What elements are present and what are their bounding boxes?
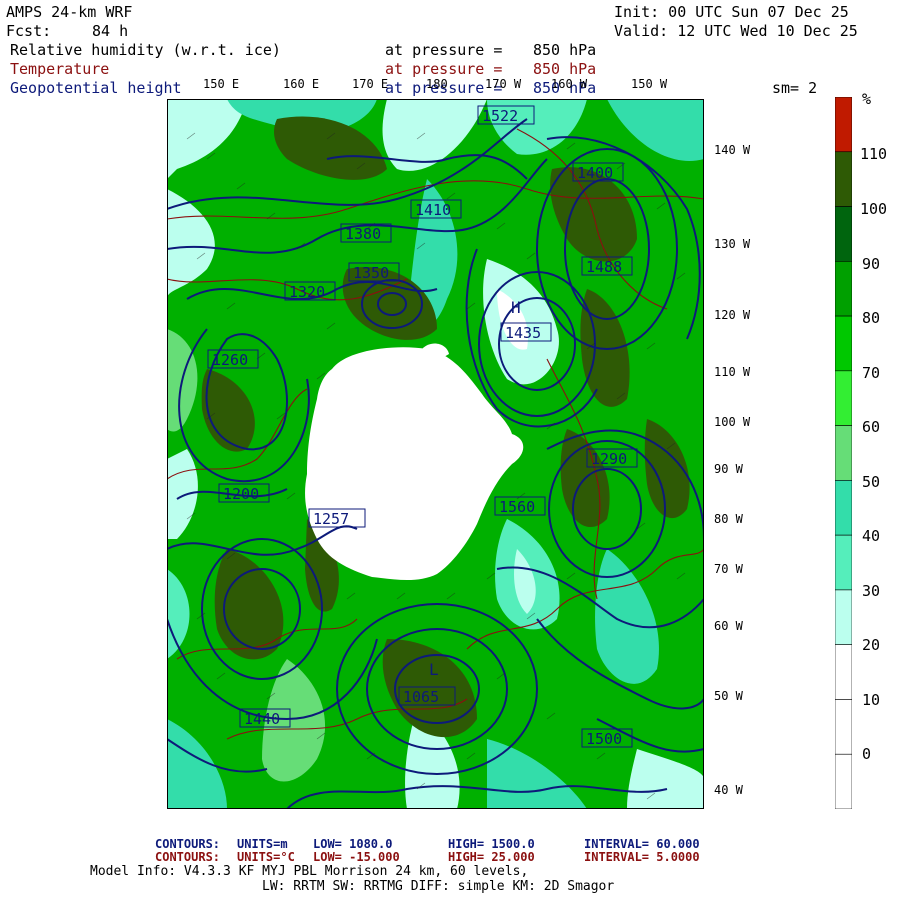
map-label-1500: 1500 — [586, 730, 622, 748]
lon-label-60w: 60 W — [714, 619, 743, 633]
map-label-1560: 1560 — [499, 498, 535, 516]
lon-label-90w: 90 W — [714, 462, 743, 476]
high-center-label: H — [511, 298, 521, 317]
lon-label-50w: 50 W — [714, 689, 743, 703]
map-label-1435: 1435 — [505, 324, 541, 342]
colorbar-label-50: 50 — [862, 473, 881, 491]
field-temp-name: Temperature — [10, 60, 110, 78]
valid-time: Valid: 12 UTC Wed 10 Dec 25 — [614, 22, 858, 40]
weather-map: 1380 1350 1320 1260 1200 1290 1440 1410 … — [167, 99, 704, 809]
field-temp-level: 850 hPa — [533, 60, 597, 78]
field-rh-name: Relative humidity (w.r.t. ice) — [10, 41, 281, 59]
model-info-physics: LW: RRTM SW: RRTMG DIFF: simple KM: 2D S… — [262, 879, 615, 894]
field-rh-level: 850 hPa — [533, 41, 597, 59]
map-label-1257: 1257 — [313, 510, 349, 528]
lon-label-80w: 80 W — [714, 512, 743, 526]
colorbar-unit: % — [862, 90, 872, 108]
colorbar-label-20: 20 — [862, 636, 881, 654]
map-label-1260: 1260 — [212, 351, 248, 369]
colorbar-label-0: 0 — [862, 745, 872, 763]
contour-temp-label: CONTOURS: — [155, 850, 221, 864]
colorbar-swatch — [835, 370, 852, 426]
colorbar-swatch — [835, 753, 852, 809]
forecast-hours: 84 h — [92, 22, 129, 40]
map-label-1440: 1440 — [244, 710, 280, 728]
colorbar-swatch — [835, 97, 852, 153]
lon-label-160w: 160 W — [551, 77, 588, 91]
lon-label-100w: 100 W — [714, 415, 751, 429]
lon-label-150w: 150 W — [631, 77, 668, 91]
colorbar-label-60: 60 — [862, 418, 881, 436]
colorbar-swatch — [835, 206, 852, 262]
colorbar-label-110: 110 — [860, 145, 888, 163]
map-label-1488: 1488 — [586, 258, 622, 276]
colorbar-label-70: 70 — [862, 364, 881, 382]
colorbar-label-30: 30 — [862, 582, 881, 600]
map-label-1380: 1380 — [345, 225, 381, 243]
forecast-label: Fcst: — [6, 22, 52, 40]
map-label-1400: 1400 — [577, 164, 613, 182]
lon-label-160e: 160 E — [283, 77, 320, 91]
lon-label-170e: 170 E — [352, 77, 389, 91]
colorbar-swatch — [835, 480, 852, 536]
lon-label-130w: 130 W — [714, 237, 751, 251]
field-rh-pressure: at pressure = — [385, 41, 503, 59]
humidity-colorbar — [835, 97, 852, 809]
map-label-1410: 1410 — [415, 201, 451, 219]
map-label-1350: 1350 — [353, 264, 389, 282]
init-time: Init: 00 UTC Sun 07 Dec 25 — [614, 3, 849, 21]
smoothing-label: sm= 2 — [772, 79, 818, 97]
colorbar-swatch — [835, 425, 852, 481]
lon-label-110w: 110 W — [714, 365, 751, 379]
low-center-label: L — [429, 660, 439, 679]
map-label-1320: 1320 — [289, 283, 325, 301]
colorbar-label-40: 40 — [862, 527, 881, 545]
contour-temp-units: UNITS=°C — [237, 850, 295, 864]
field-temp-pressure: at pressure = — [385, 60, 503, 78]
colorbar-swatch — [835, 644, 852, 700]
map-label-1290: 1290 — [591, 450, 627, 468]
colorbar-swatch — [835, 534, 852, 591]
lon-label-70w: 70 W — [714, 562, 743, 576]
colorbar-swatch — [835, 261, 852, 317]
map-label-1065: 1065 — [403, 688, 439, 706]
contour-temp-low: LOW= -15.000 — [313, 850, 400, 864]
field-hgt-name: Geopotential height — [10, 79, 182, 97]
lon-label-180: 180 — [426, 77, 448, 91]
lon-label-140w: 140 W — [714, 143, 751, 157]
lon-label-170w: 170 W — [485, 77, 522, 91]
colorbar-label-90: 90 — [862, 255, 881, 273]
lon-label-40w: 40 W — [714, 783, 743, 797]
colorbar-label-80: 80 — [862, 309, 881, 327]
contour-temp-high: HIGH= 25.000 — [448, 850, 535, 864]
map-label-1200: 1200 — [223, 485, 259, 503]
lon-label-150e: 150 E — [203, 77, 240, 91]
map-label-1522: 1522 — [482, 107, 518, 125]
colorbar-swatch — [835, 315, 852, 372]
model-info: Model Info: V4.3.3 KF MYJ PBL Morrison 2… — [90, 864, 529, 879]
contour-temp-interval: INTERVAL= 5.0000 — [584, 850, 700, 864]
colorbar-swatch — [835, 151, 852, 207]
model-title: AMPS 24-km WRF — [6, 3, 133, 21]
lon-label-120w: 120 W — [714, 308, 751, 322]
colorbar-label-100: 100 — [860, 200, 888, 218]
colorbar-label-10: 10 — [862, 691, 881, 709]
colorbar-swatch — [835, 699, 852, 755]
colorbar-swatch — [835, 589, 852, 645]
